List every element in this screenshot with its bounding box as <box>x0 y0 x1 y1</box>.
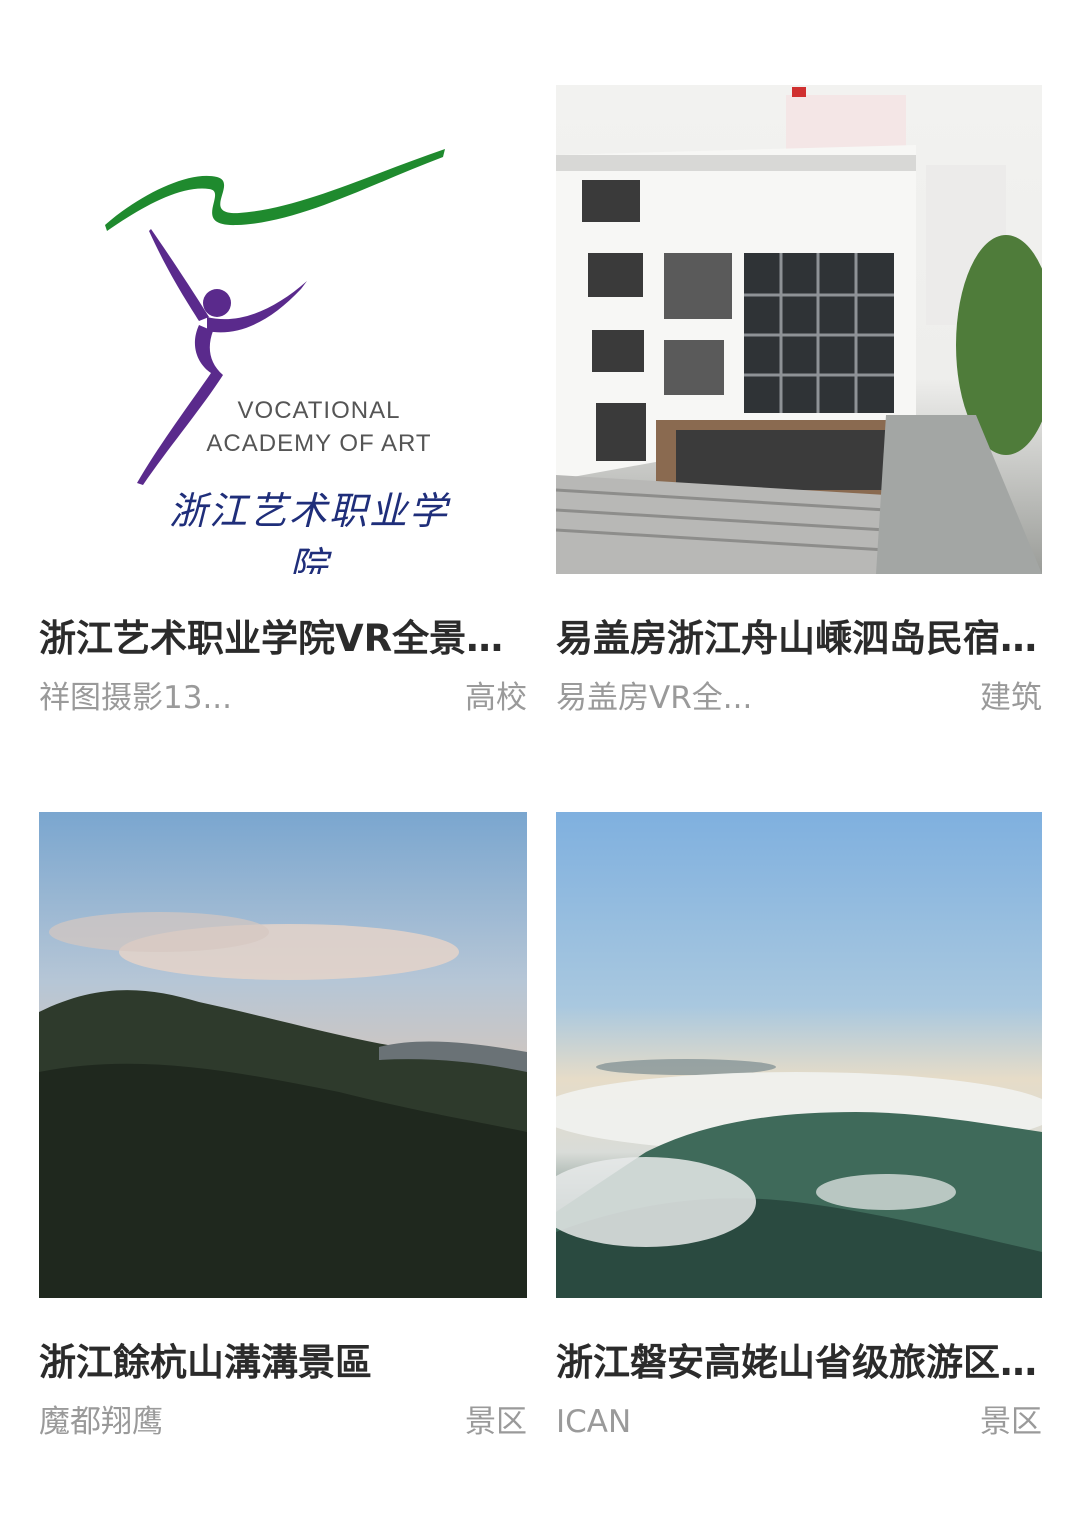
card-title[interactable]: 易盖房浙江舟山嵊泗岛民宿... <box>556 614 1042 664</box>
card-meta: ICAN 景区 <box>556 1402 1042 1442</box>
card-author[interactable]: 祥图摄影13... <box>39 678 232 718</box>
card-category[interactable]: 高校 <box>465 678 527 718</box>
logo-text-cn: 浙江艺术职业学院 <box>168 489 449 574</box>
panorama-card[interactable]: 浙江餘杭山溝溝景區 魔都翔鹰 景区 <box>39 812 527 1442</box>
card-title[interactable]: 浙江餘杭山溝溝景區 <box>39 1338 527 1388</box>
card-title[interactable]: 浙江磐安高姥山省级旅游区... <box>556 1338 1042 1388</box>
card-author[interactable]: 易盖房VR全... <box>556 678 752 718</box>
card-author[interactable]: 魔都翔鹰 <box>39 1402 163 1442</box>
card-thumbnail[interactable] <box>39 812 527 1298</box>
building-photo-icon <box>556 87 1042 574</box>
card-thumbnail[interactable] <box>556 812 1042 1298</box>
card-category[interactable]: 建筑 <box>980 678 1042 718</box>
card-meta: 易盖房VR全... 建筑 <box>556 678 1042 718</box>
card-meta: 祥图摄影13... 高校 <box>39 678 527 718</box>
card-category[interactable]: 景区 <box>465 1402 527 1442</box>
card-author[interactable]: ICAN <box>556 1402 631 1442</box>
logo-text-en-line1: VOCATIONAL <box>237 397 401 424</box>
card-category[interactable]: 景区 <box>980 1402 1042 1442</box>
panorama-card[interactable]: VOCATIONAL ACADEMY OF ART 浙江艺术职业学院 浙江艺术职… <box>39 85 527 718</box>
logo-text-en-line2: ACADEMY OF ART <box>206 430 432 457</box>
panorama-card[interactable]: 易盖房浙江舟山嵊泗岛民宿... 易盖房VR全... 建筑 <box>556 85 1042 718</box>
card-title[interactable]: 浙江艺术职业学院VR全景漫... <box>39 614 527 664</box>
card-thumbnail[interactable] <box>556 85 1042 574</box>
mountain-dusk-photo-icon <box>39 912 527 1298</box>
panorama-card[interactable]: 浙江磐安高姥山省级旅游区... ICAN 景区 <box>556 812 1042 1442</box>
card-meta: 魔都翔鹰 景区 <box>39 1402 527 1442</box>
panorama-grid: VOCATIONAL ACADEMY OF ART 浙江艺术职业学院 浙江艺术职… <box>0 0 1080 1529</box>
sea-of-clouds-photo-icon <box>556 1059 1042 1298</box>
card-thumbnail[interactable]: VOCATIONAL ACADEMY OF ART 浙江艺术职业学院 <box>39 85 527 574</box>
